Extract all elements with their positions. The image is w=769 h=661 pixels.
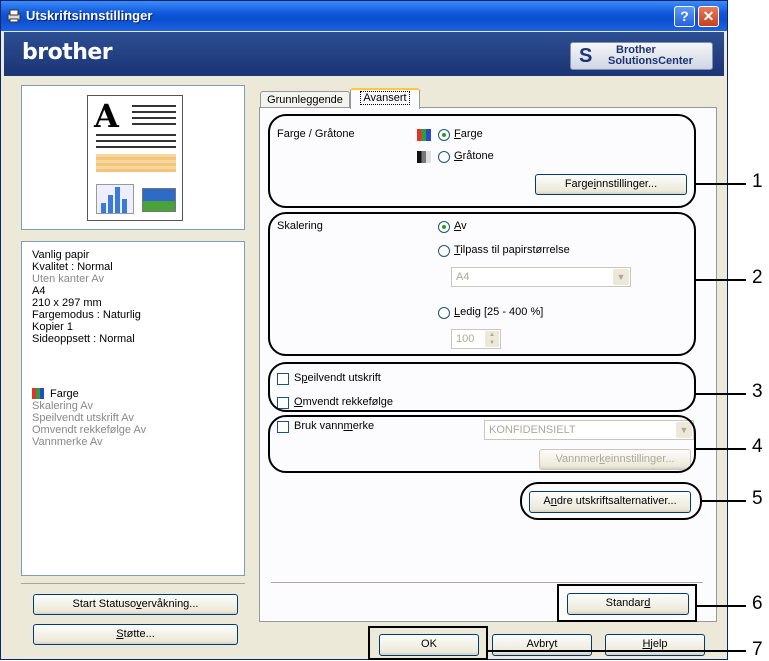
left-divider xyxy=(21,583,245,584)
summary-line: Farge xyxy=(50,388,79,400)
spin-down-icon[interactable]: ▼ xyxy=(485,339,499,347)
settings-summary: Vanlig papir Kvalitet : Normal Uten kant… xyxy=(21,241,245,576)
watermark-value: KONFIDENSIELT xyxy=(489,424,576,436)
use-watermark-checkbox[interactable] xyxy=(277,421,289,433)
preview-image-icon xyxy=(142,188,176,212)
chevron-down-icon: ▼ xyxy=(613,269,629,285)
summary-line: Uten kanter Av xyxy=(32,273,104,285)
grayscale-icon xyxy=(417,151,431,163)
summary-line: Kvalitet : Normal xyxy=(32,261,113,273)
preview-letter-icon: A xyxy=(94,97,119,135)
reverse-order-label[interactable]: Omvendt rekkefølge xyxy=(294,396,393,408)
start-status-monitor-button[interactable]: Start Statusovervåkning... xyxy=(33,594,238,615)
scaling-percent-spinner[interactable]: 100 ▲ ▼ xyxy=(451,329,501,349)
paper-size-select[interactable]: A4 ▼ xyxy=(451,267,631,287)
summary-line: A4 xyxy=(32,285,46,297)
help-button[interactable]: Hjelp xyxy=(605,634,705,656)
tab-advanced-label: Avansert xyxy=(360,91,410,105)
ok-button[interactable]: OK xyxy=(379,634,479,656)
support-button-label-a: S xyxy=(116,628,124,640)
preview-table-icon xyxy=(96,154,176,172)
callout-leader-3 xyxy=(696,393,746,395)
reverse-order-checkbox[interactable] xyxy=(277,397,289,409)
default-button[interactable]: Standard xyxy=(567,593,689,615)
color-radio-label[interactable]: Farge xyxy=(454,128,483,140)
support-button-label-b: tøtte... xyxy=(123,628,155,640)
mirror-print-checkbox[interactable] xyxy=(277,373,289,385)
grayscale-radio-label[interactable]: Gråtone xyxy=(454,150,494,162)
callout-number-6: 6 xyxy=(752,593,763,614)
scaling-label: Skalering xyxy=(277,220,323,232)
printer-icon xyxy=(7,9,21,23)
scaling-off-label[interactable]: Av xyxy=(454,220,467,232)
free-scaling-radio[interactable] xyxy=(438,307,450,319)
summary-line: Speilvendt utskrift Av xyxy=(32,412,134,424)
scaling-percent-value: 100 xyxy=(456,333,475,345)
callout-number-7: 7 xyxy=(752,639,763,660)
color-settings-button[interactable]: Fargeinnstillinger... xyxy=(535,174,687,195)
title-bar[interactable]: Utskriftsinnstillinger ? ✕ xyxy=(1,1,727,31)
cancel-button[interactable]: Avbryt xyxy=(492,634,592,656)
close-button[interactable]: ✕ xyxy=(698,6,719,27)
help-title-button[interactable]: ? xyxy=(674,6,695,27)
print-settings-window: Utskriftsinnstillinger ? ✕ brother S Bro… xyxy=(0,0,728,660)
callout-leader-2 xyxy=(696,279,746,281)
scaling-off-radio[interactable] xyxy=(438,221,450,233)
callout-number-5: 5 xyxy=(752,488,763,509)
color-icon xyxy=(417,129,431,141)
summary-line: Skalering Av xyxy=(32,400,93,412)
fit-to-paper-radio[interactable] xyxy=(438,245,450,257)
callout-leader-4 xyxy=(696,448,746,450)
summary-line: Kopier 1 xyxy=(32,321,73,333)
callout-leader-7 xyxy=(488,650,746,652)
brother-logo: brother xyxy=(22,40,113,65)
callout-number-1: 1 xyxy=(752,171,763,192)
color-mode-icon xyxy=(32,388,44,399)
window-title: Utskriftsinnstillinger xyxy=(26,8,153,23)
tab-advanced[interactable]: Avansert xyxy=(350,88,420,109)
color-grayscale-label: Farge / Gråtone xyxy=(277,128,355,140)
callout-number-4: 4 xyxy=(752,436,763,457)
summary-line: Vanlig papir xyxy=(32,249,90,261)
callout-number-2: 2 xyxy=(752,267,763,288)
solutions-center-line2: SolutionsCenter xyxy=(608,55,693,67)
callout-leader-1 xyxy=(696,183,746,185)
callout-leader-5 xyxy=(702,500,746,502)
document-preview-icon: A xyxy=(87,95,183,221)
preview-chart-icon xyxy=(96,184,134,214)
color-radio[interactable] xyxy=(438,129,450,141)
watermark-select[interactable]: KONFIDENSIELT ▼ xyxy=(484,420,694,440)
status-button-label-c: ervåkning... xyxy=(141,598,199,610)
watermark-settings-button[interactable]: Vannmerkeinnstillinger... xyxy=(539,449,691,470)
status-button-label-a: Start Statuso xyxy=(72,598,137,610)
other-print-options-button[interactable]: Andre utskriftsalternativer... xyxy=(529,491,691,513)
summary-line: Omvendt rekkefølge Av xyxy=(32,424,147,436)
summary-line: Sideoppsett : Normal xyxy=(32,333,135,345)
chevron-down-icon: ▼ xyxy=(676,422,692,438)
fit-to-paper-label[interactable]: Tilpass til papirstørrelse xyxy=(454,244,570,256)
use-watermark-label[interactable]: Bruk vannmerke xyxy=(294,420,374,432)
summary-line: Vannmerke Av xyxy=(32,436,103,448)
summary-line: 210 x 297 mm xyxy=(32,297,102,309)
spin-up-icon[interactable]: ▲ xyxy=(485,331,499,339)
brand-banner: brother S Brother SolutionsCenter xyxy=(4,32,724,76)
callout-number-3: 3 xyxy=(752,381,763,402)
grayscale-radio[interactable] xyxy=(438,151,450,163)
panel-divider xyxy=(271,582,703,583)
paper-size-value: A4 xyxy=(456,271,470,283)
solutions-center-icon: S xyxy=(579,45,593,67)
mirror-print-label[interactable]: Speilvendt utskrift xyxy=(294,372,381,384)
callout-leader-6 xyxy=(697,605,746,607)
tab-basic[interactable]: Grunnleggende xyxy=(260,91,350,108)
summary-line: Fargemodus : Naturlig xyxy=(32,309,141,321)
free-scaling-label[interactable]: Ledig [25 - 400 %] xyxy=(454,306,543,318)
solutions-center-button[interactable]: S Brother SolutionsCenter xyxy=(570,42,713,70)
support-button[interactable]: Støtte... xyxy=(33,624,238,645)
